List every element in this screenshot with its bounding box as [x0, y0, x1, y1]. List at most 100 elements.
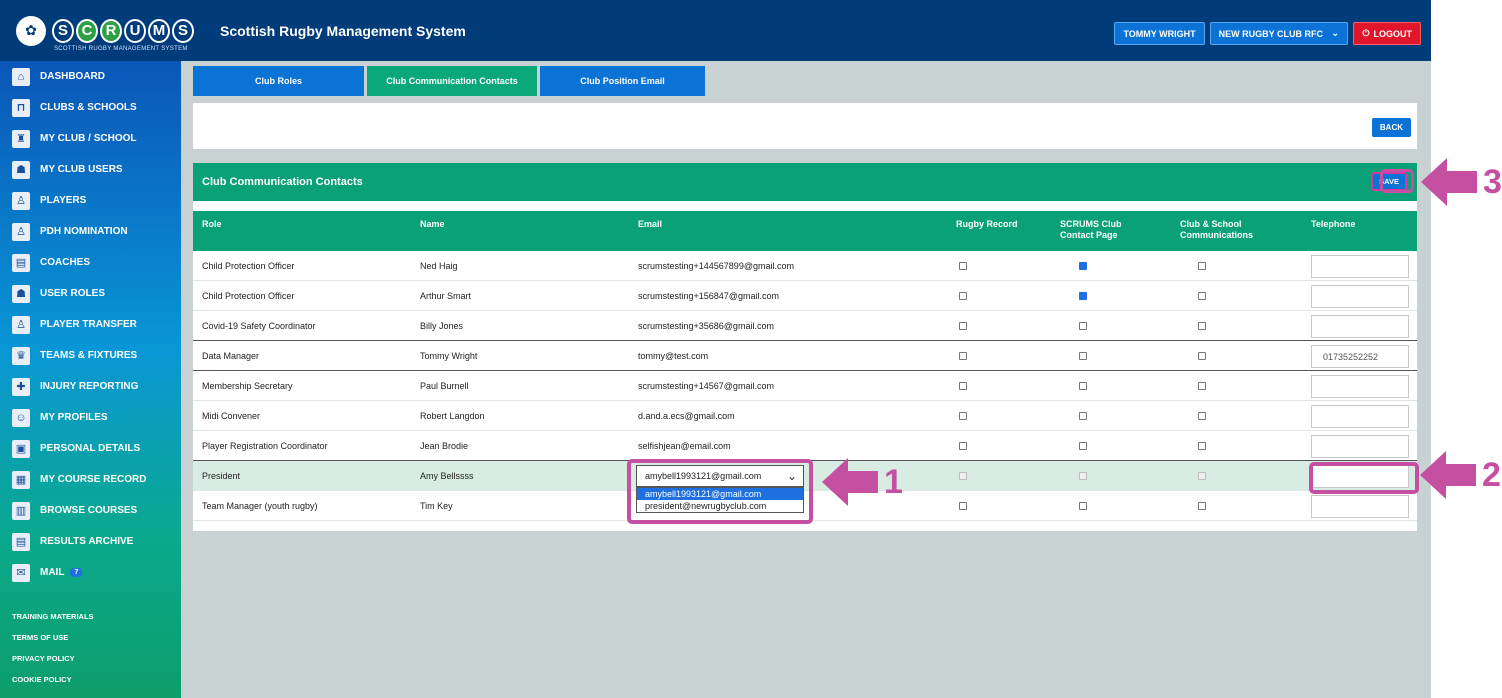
communications-checkbox[interactable] — [1198, 292, 1206, 300]
communications-checkbox[interactable] — [1198, 352, 1206, 360]
sidebar-item-my-club-school[interactable]: ♜ MY CLUB / SCHOOL — [0, 123, 181, 154]
top-bar: ✿ S C R U M S SCOTTISH RUGBY MANAGEMENT … — [0, 0, 1431, 61]
communications-checkbox[interactable] — [1198, 382, 1206, 390]
annotation-number-1: 1 — [884, 462, 903, 501]
footer-link-terms-of-use[interactable]: TERMS OF USE — [0, 627, 181, 648]
contact-page-checkbox[interactable] — [1079, 292, 1087, 300]
telephone-field[interactable] — [1311, 435, 1409, 458]
sidebar-item-results-archive[interactable]: ▤ RESULTS ARCHIVE — [0, 526, 181, 557]
scrums-logo[interactable]: ✿ S C R U M S — [16, 15, 194, 46]
sidebar-item-teams-fixtures[interactable]: ♛ TEAMS & FIXTURES — [0, 340, 181, 371]
archive-icon: ▤ — [12, 532, 30, 551]
contact-page-checkbox[interactable] — [1079, 352, 1087, 360]
contact-page-checkbox[interactable] — [1079, 442, 1087, 450]
rugby-record-checkbox[interactable] — [959, 352, 967, 360]
telephone-field[interactable] — [1311, 495, 1409, 518]
telephone-field[interactable] — [1311, 255, 1409, 278]
sidebar: ⌂ DASHBOARD ⊓ CLUBS & SCHOOLS ♜ MY CLUB / SCH… — [0, 61, 181, 698]
mail-count-badge: 7 — [70, 568, 83, 577]
rugby-record-checkbox[interactable] — [959, 412, 967, 420]
contact-page-checkbox[interactable] — [1079, 322, 1087, 330]
col-scrums-contact-page: SCRUMS Club Contact Page — [1060, 219, 1122, 240]
sidebar-item-player-transfer[interactable]: ♙ PLAYER TRANSFER — [0, 309, 181, 340]
telephone-field[interactable] — [1311, 315, 1409, 338]
name-cell: Paul Burnell — [420, 381, 469, 391]
telephone-field[interactable] — [1311, 405, 1409, 428]
sidebar-item-pdh-nomination[interactable]: ♙ PDH NOMINATION — [0, 216, 181, 247]
app-title: Scottish Rugby Management System — [220, 22, 466, 39]
communications-checkbox[interactable] — [1198, 412, 1206, 420]
tab-club-position-email[interactable]: Club Position Email — [540, 66, 705, 96]
tab-club-roles[interactable]: Club Roles — [193, 66, 364, 96]
sidebar-item-my-course-record[interactable]: ▦ MY COURSE RECORD — [0, 464, 181, 495]
tab-club-communication-contacts[interactable]: Club Communication Contacts — [367, 66, 537, 96]
footer-link-training-materials[interactable]: TRAINING MATERIALS — [0, 606, 181, 627]
email-cell: scrumstesting+144567899@gmail.com — [638, 261, 794, 271]
contact-page-checkbox[interactable] — [1079, 262, 1087, 270]
sidebar-item-label: MY CLUB / SCHOOL — [40, 133, 137, 144]
scottish-rugby-thistle-icon: ✿ — [16, 15, 46, 46]
sidebar-item-label: PLAYERS — [40, 195, 87, 206]
user-button[interactable]: TOMMY WRIGHT — [1114, 22, 1205, 45]
sidebar-item-players[interactable]: ♙ PLAYERS — [0, 185, 181, 216]
sidebar-item-label: CLUBS & SCHOOLS — [40, 102, 137, 113]
communications-checkbox — [1198, 472, 1206, 480]
rugby-record-checkbox[interactable] — [959, 322, 967, 330]
sidebar-item-clubs-schools[interactable]: ⊓ CLUBS & SCHOOLS — [0, 92, 181, 123]
back-button[interactable]: BACK — [1371, 118, 1411, 137]
communications-checkbox[interactable] — [1198, 442, 1206, 450]
table-row: Player Registration Coordinator Jean Brod… — [193, 431, 1417, 461]
contact-page-checkbox[interactable] — [1079, 412, 1087, 420]
contact-page-checkbox[interactable] — [1079, 382, 1087, 390]
contact-page-checkbox — [1079, 472, 1087, 480]
logo-subtitle: SCOTTISH RUGBY MANAGEMENT SYSTEM — [54, 46, 188, 52]
sidebar-item-label: MY CLUB USERS — [40, 164, 123, 175]
sidebar-item-user-roles[interactable]: ☗ USER ROLES — [0, 278, 181, 309]
telephone-field[interactable] — [1311, 375, 1409, 398]
logo-letter: U — [124, 18, 146, 43]
sidebar-item-injury-reporting[interactable]: ✚ INJURY REPORTING — [0, 371, 181, 402]
sidebar-item-dashboard[interactable]: ⌂ DASHBOARD — [0, 61, 181, 92]
name-cell: Billy Jones — [420, 321, 464, 331]
telephone-field[interactable]: 01735252252 — [1311, 345, 1409, 368]
rugby-record-checkbox[interactable] — [959, 292, 967, 300]
contact-page-checkbox[interactable] — [1079, 502, 1087, 510]
name-cell: Robert Langdon — [420, 411, 485, 421]
power-icon: ⏻ — [1362, 28, 1370, 38]
sidebar-item-browse-courses[interactable]: ▥ BROWSE COURSES — [0, 495, 181, 526]
role-cell: Data Manager — [202, 351, 260, 361]
telephone-field[interactable] — [1311, 285, 1409, 308]
sidebar-item-mail[interactable]: ✉ MAIL 7 — [0, 557, 181, 588]
rugby-record-checkbox[interactable] — [959, 262, 967, 270]
communications-checkbox[interactable] — [1198, 262, 1206, 270]
email-option[interactable]: president@newrugbyclub.com — [637, 500, 803, 512]
sidebar-item-personal-details[interactable]: ▣ PERSONAL DETAILS — [0, 433, 181, 464]
sidebar-item-my-club-users[interactable]: ☗ MY CLUB USERS — [0, 154, 181, 185]
email-option[interactable]: amybell1993121@gmail.com — [637, 488, 803, 500]
col-name: Name — [420, 219, 445, 229]
table-row: Midi Convener Robert Langdon d.and.a.ecs@g… — [193, 401, 1417, 431]
annotation-margin — [1431, 0, 1502, 698]
highlight-save-button — [1380, 169, 1414, 193]
communications-checkbox[interactable] — [1198, 502, 1206, 510]
rugby-record-checkbox[interactable] — [959, 382, 967, 390]
sidebar-item-label: PLAYER TRANSFER — [40, 319, 137, 330]
footer-link-privacy-policy[interactable]: PRIVACY POLICY — [0, 648, 181, 669]
communications-checkbox[interactable] — [1198, 322, 1206, 330]
footer-link-cookie-policy[interactable]: COOKIE POLICY — [0, 669, 181, 690]
logout-button[interactable]: ⏻ LOGOUT — [1353, 22, 1421, 45]
col-role: Role — [202, 219, 222, 229]
email-cell: scrumstesting+35686@gmail.com — [638, 321, 774, 331]
tab-bar: Club Roles Club Communication Contacts C… — [193, 66, 705, 96]
sidebar-item-label: DASHBOARD — [40, 71, 105, 82]
rugby-record-checkbox[interactable] — [959, 502, 967, 510]
sidebar-item-coaches[interactable]: ▤ COACHES — [0, 247, 181, 278]
sidebar-item-my-profiles[interactable]: ☺ MY PROFILES — [0, 402, 181, 433]
mail-icon: ✉ — [12, 563, 30, 582]
sidebar-item-label: MY COURSE RECORD — [40, 474, 147, 485]
email-cell: scrumstesting+156847@gmail.com — [638, 291, 779, 301]
main-content: Club Roles Club Communication Contacts C… — [181, 61, 1431, 698]
col-club-school-communications: Club & School Communications — [1180, 219, 1254, 240]
club-select[interactable]: NEW RUGBY CLUB RFC ⌄ — [1209, 22, 1349, 45]
rugby-record-checkbox[interactable] — [959, 442, 967, 450]
